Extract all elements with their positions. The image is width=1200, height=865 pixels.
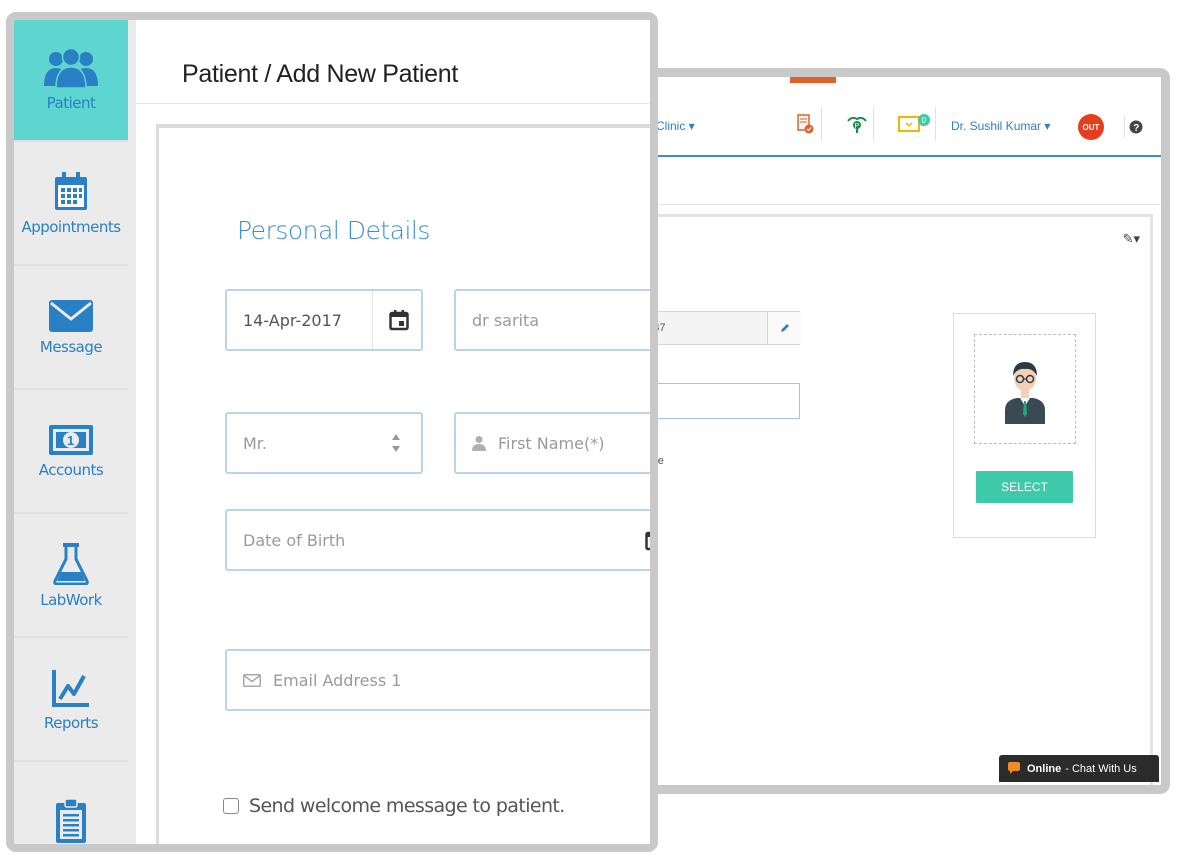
welcome-checkbox-label: Send welcome message to patient.: [249, 795, 565, 817]
help-icon[interactable]: ?: [1124, 116, 1146, 138]
sidebar-item-patient[interactable]: Patient: [14, 20, 128, 142]
title-select[interactable]: Mr.: [225, 412, 423, 474]
form-panel: Personal Details 14-Apr-2017 dr sarita M…: [156, 124, 658, 844]
svg-text:?: ?: [1133, 123, 1139, 134]
chat-widget[interactable]: Online - Chat With Us: [999, 755, 1159, 782]
date-of-birth-placeholder: Date of Birth: [243, 530, 346, 550]
wrench-icon[interactable]: ✎▾: [1123, 231, 1140, 247]
welcome-message-option[interactable]: Send welcome message to patient.: [223, 795, 565, 817]
sidebar-item-message[interactable]: Message: [14, 268, 128, 390]
back-form-panel: ✎▾ 0237 male: [640, 214, 1153, 785]
title-value: Mr.: [243, 433, 267, 453]
first-name-field[interactable]: First Name(*): [454, 412, 650, 474]
chat-bubble-icon: [1008, 762, 1020, 774]
prescription-icon[interactable]: P: [840, 107, 874, 141]
patient-id-field: 0237: [640, 311, 801, 345]
sidebar-item-labwork[interactable]: LabWork: [14, 516, 128, 638]
registration-date-value: 14-Apr-2017: [243, 310, 342, 330]
back-sub-header: [640, 159, 1161, 205]
sidebar: Patient Appointments Message 1 Accounts …: [14, 20, 136, 844]
registration-date-field[interactable]: 14-Apr-2017: [225, 289, 423, 351]
breadcrumb: Patient / Add New Patient: [182, 60, 459, 88]
photo-frame: [974, 334, 1076, 444]
pencil-icon[interactable]: [767, 312, 801, 344]
svg-text:P: P: [854, 123, 859, 130]
patients-icon: [44, 48, 98, 88]
field-divider: [372, 291, 373, 349]
flask-icon: [53, 543, 89, 585]
logout-button[interactable]: OUT: [1078, 114, 1104, 140]
section-title: Personal Details: [237, 216, 430, 245]
sidebar-item-appointments[interactable]: Appointments: [14, 144, 128, 266]
sidebar-item-accounts[interactable]: 1 Accounts: [14, 392, 128, 514]
back-text-field[interactable]: [640, 383, 800, 419]
sidebar-item-reports[interactable]: Reports: [14, 640, 128, 762]
doctor-value: dr sarita: [472, 310, 540, 330]
select-photo-button[interactable]: SELECT: [976, 471, 1073, 503]
active-tab-indicator: [790, 77, 836, 83]
sidebar-item-label: Accounts: [38, 461, 104, 479]
calendar-icon[interactable]: [389, 309, 409, 331]
money-icon: 1: [49, 425, 93, 455]
sidebar-item-label: Message: [39, 338, 103, 356]
select-arrows-icon: [392, 434, 400, 452]
doctor-field[interactable]: dr sarita: [454, 289, 650, 351]
svg-text:1: 1: [67, 433, 74, 448]
back-top-bar: Clinic ▾ P 0 Dr. Sushil Kumar ▾ OUT ?: [640, 77, 1161, 157]
email-placeholder: Email Address 1: [273, 670, 402, 690]
envelope-icon: [243, 673, 261, 687]
avatar-icon: [1005, 362, 1045, 424]
calendar-icon: [55, 172, 87, 210]
chat-label: - Chat With Us: [1065, 762, 1137, 775]
notifications-icon[interactable]: 0: [892, 107, 936, 141]
clinic-dropdown[interactable]: Clinic ▾: [656, 119, 695, 133]
clipboard-icon: [56, 799, 86, 843]
date-of-birth-field[interactable]: Date of Birth: [225, 509, 658, 571]
front-window: Patient Appointments Message 1 Accounts …: [6, 12, 658, 852]
first-name-placeholder: First Name(*): [498, 433, 605, 453]
task-list-icon[interactable]: [788, 107, 822, 141]
svg-text:0: 0: [921, 116, 926, 125]
welcome-checkbox[interactable]: [223, 798, 239, 814]
calendar-icon[interactable]: [645, 529, 658, 551]
background-window: Clinic ▾ P 0 Dr. Sushil Kumar ▾ OUT ? ✎▾…: [640, 68, 1170, 794]
user-icon: [472, 435, 486, 451]
sidebar-item-label: LabWork: [40, 591, 102, 609]
chat-status: Online: [1027, 762, 1062, 775]
photo-upload-box: SELECT: [953, 313, 1096, 538]
email-field[interactable]: Email Address 1: [225, 649, 650, 711]
sidebar-item-label: Reports: [43, 714, 99, 732]
sidebar-item-label: Appointments: [21, 218, 121, 236]
sidebar-item-clipboard[interactable]: [14, 764, 128, 844]
chart-icon: [52, 670, 89, 707]
sidebar-item-label: Patient: [46, 94, 96, 112]
page-header: Patient / Add New Patient: [136, 20, 650, 104]
envelope-icon: [49, 300, 93, 332]
doctor-menu[interactable]: Dr. Sushil Kumar ▾: [951, 119, 1050, 133]
